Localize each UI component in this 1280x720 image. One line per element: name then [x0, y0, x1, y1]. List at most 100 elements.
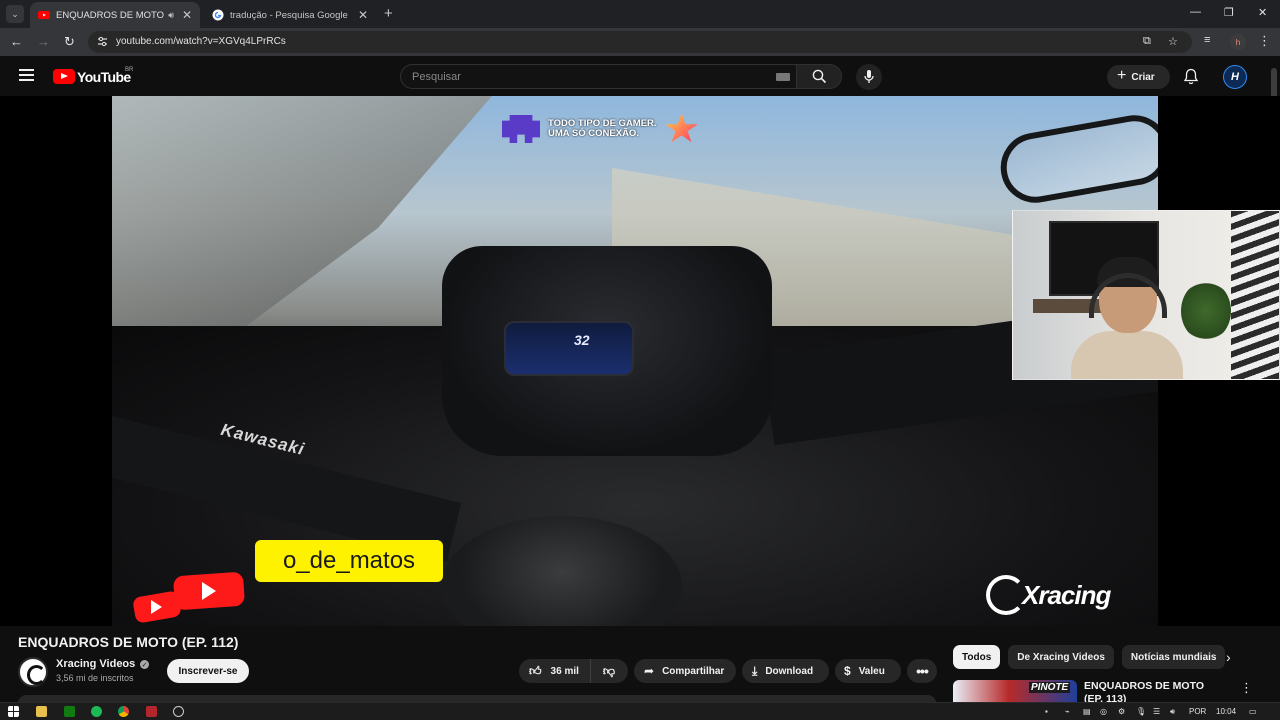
file-explorer-icon[interactable]	[36, 706, 47, 717]
microphone-icon	[864, 70, 874, 83]
related-filter-chips: Todos De Xracing Videos Notícias mundiai…	[953, 645, 1233, 669]
video-scene-instrument-cluster	[504, 321, 634, 376]
like-count: 36 mil	[550, 665, 579, 677]
like-button[interactable]: 👍︎ 36 mil	[519, 659, 591, 683]
webcam-curtain	[1231, 211, 1279, 379]
browser-tab-strip: ⌄ ENQUADROS DE MOTO (EP. 112) - YouTube …	[0, 0, 1280, 28]
channel-avatar[interactable]	[18, 657, 48, 687]
subscribe-button[interactable]: Inscrever-se	[167, 659, 249, 683]
tab-search-button[interactable]: ⌄	[6, 5, 24, 23]
thanks-button[interactable]: $ Valeu	[835, 659, 901, 683]
close-tab-icon[interactable]: ✕	[358, 8, 368, 22]
bookmark-star-icon[interactable]: ☆	[1168, 35, 1178, 48]
overlay-banner-line2: UMA SÓ CONEXÃO.	[548, 128, 639, 139]
social-handle-tag: o_de_matos	[255, 540, 443, 582]
language-indicator[interactable]: POR	[1189, 707, 1206, 716]
chip-world-news[interactable]: Notícias mundiais	[1121, 645, 1226, 669]
spotify-icon[interactable]	[91, 706, 102, 717]
video-scene-mirror	[995, 109, 1158, 209]
youtube-sticker-icon	[133, 572, 245, 623]
guide-menu-icon[interactable]	[19, 69, 34, 81]
xracing-watermark: Xracing	[986, 575, 1111, 615]
chevron-right-icon[interactable]: ›	[1226, 649, 1231, 665]
watermark-text: Xracing	[1022, 579, 1111, 610]
media-controls-icon[interactable]: ≡	[1204, 34, 1210, 46]
country-code: BR	[125, 67, 134, 73]
plus-icon: +	[1117, 67, 1127, 84]
youtube-masthead: YouTube BR Pesquisar + Criar H	[0, 56, 1280, 96]
share-arrow-icon: ➦	[644, 664, 655, 678]
xbox-app-icon[interactable]	[64, 706, 75, 717]
voice-search-button[interactable]	[856, 64, 882, 90]
search-placeholder: Pesquisar	[412, 71, 461, 83]
tray-network-icon[interactable]: ⌁	[1065, 707, 1070, 716]
forward-icon[interactable]: →	[37, 34, 50, 49]
tray-app-icon[interactable]: ▤	[1083, 707, 1091, 716]
site-info-icon[interactable]	[97, 36, 108, 47]
windows-start-icon[interactable]	[8, 706, 19, 717]
tab-title: tradução - Pesquisa Google	[230, 9, 348, 21]
minimize-icon[interactable]: —	[1190, 6, 1201, 18]
windows-taskbar: ▪ ⌁ ▤ ◎ ⚙ 🎙︎ ☰ 🔊︎ POR 10:04 ▭	[0, 702, 1280, 720]
recommendation-thumbnail[interactable]: PINOTE	[953, 680, 1077, 702]
webcam-person	[1067, 257, 1187, 379]
search-input[interactable]: Pesquisar	[400, 64, 796, 89]
clock[interactable]: 10:04	[1216, 707, 1236, 716]
close-tab-icon[interactable]: ✕	[182, 8, 192, 22]
helmet-logo-icon	[986, 575, 1026, 615]
tray-steam-icon[interactable]: ◎	[1100, 707, 1107, 716]
overlay-banner-text: TODO TIPO DE GAMER. UMA SÓ CONEXÃO.	[548, 119, 657, 139]
video-frame[interactable]: 32 Kawasaki TODO TIPO DE GAMER. UMA SÓ C…	[112, 96, 1158, 626]
notification-center-icon[interactable]: ▭	[1249, 707, 1257, 716]
google-favicon-icon	[212, 9, 224, 21]
subscriber-count: 3,56 mi de inscritos	[56, 673, 134, 683]
dislike-button[interactable]: 👎︎	[591, 664, 627, 679]
browser-toolbar: ← → ↻ youtube.com/watch?v=XGVq4LPrRCs ⧉ …	[0, 28, 1280, 56]
video-title: ENQUADROS DE MOTO (EP. 112)	[18, 634, 239, 650]
social-handle-text: o_de_matos	[282, 547, 416, 574]
news-app-icon[interactable]	[146, 706, 157, 717]
tab-title: ENQUADROS DE MOTO (EP. 112) - YouTube	[56, 9, 165, 21]
download-label: Download	[765, 665, 814, 677]
space-invader-icon	[502, 115, 540, 143]
tray-settings-icon[interactable]: ⚙	[1118, 707, 1125, 716]
browser-menu-icon[interactable]: ⋮	[1258, 33, 1271, 49]
back-icon[interactable]: ←	[10, 34, 23, 49]
tray-mic-icon[interactable]: 🎙︎	[1136, 707, 1146, 716]
search-icon	[812, 69, 826, 84]
more-actions-button[interactable]: •••	[907, 659, 937, 683]
download-button[interactable]: ⤓ Download	[742, 659, 829, 683]
account-avatar[interactable]: H	[1223, 65, 1247, 89]
youtube-favicon-icon	[38, 11, 50, 19]
thumbs-down-icon: 👎︎	[602, 663, 616, 678]
share-button[interactable]: ➦ Compartilhar	[634, 659, 736, 683]
close-window-icon[interactable]: ✕	[1258, 6, 1267, 19]
star-logo-icon	[665, 113, 698, 143]
speaker-icon[interactable]: 🔊︎	[168, 10, 174, 21]
chip-all[interactable]: Todos	[953, 645, 1001, 669]
tray-nvidia-icon[interactable]: ▪	[1045, 707, 1048, 716]
tab-youtube[interactable]: ENQUADROS DE MOTO (EP. 112) - YouTube 🔊︎…	[30, 2, 200, 28]
webcam-overlay	[1012, 210, 1280, 380]
restore-icon[interactable]: ❐	[1224, 6, 1234, 19]
cast-icon[interactable]: ⧉	[1143, 35, 1151, 48]
profile-avatar[interactable]: h	[1230, 34, 1246, 50]
address-bar[interactable]: youtube.com/watch?v=XGVq4LPrRCs ⧉ ☆	[88, 31, 1192, 53]
verified-check-icon: ✓	[140, 660, 149, 669]
obs-studio-icon[interactable]	[173, 706, 184, 717]
youtube-logo-icon[interactable]	[53, 69, 75, 84]
new-tab-icon[interactable]: +	[384, 5, 393, 22]
tab-google-search[interactable]: tradução - Pesquisa Google ✕	[204, 2, 376, 28]
youtube-logo-text[interactable]: YouTube	[77, 69, 131, 85]
tray-wifi-icon[interactable]: ☰	[1153, 707, 1160, 716]
notifications-bell-icon[interactable]	[1183, 68, 1199, 85]
create-button[interactable]: + Criar	[1107, 65, 1170, 89]
tray-volume-icon[interactable]: 🔊︎	[1170, 707, 1175, 717]
chip-from-channel[interactable]: De Xracing Videos	[1008, 645, 1114, 669]
recommendation-menu-icon[interactable]: ⋮	[1240, 680, 1253, 696]
search-button[interactable]	[796, 64, 842, 89]
keyboard-icon[interactable]	[776, 73, 790, 81]
chrome-icon[interactable]	[118, 706, 129, 717]
channel-name[interactable]: Xracing Videos	[56, 658, 135, 670]
reload-icon[interactable]: ↻	[64, 34, 75, 50]
